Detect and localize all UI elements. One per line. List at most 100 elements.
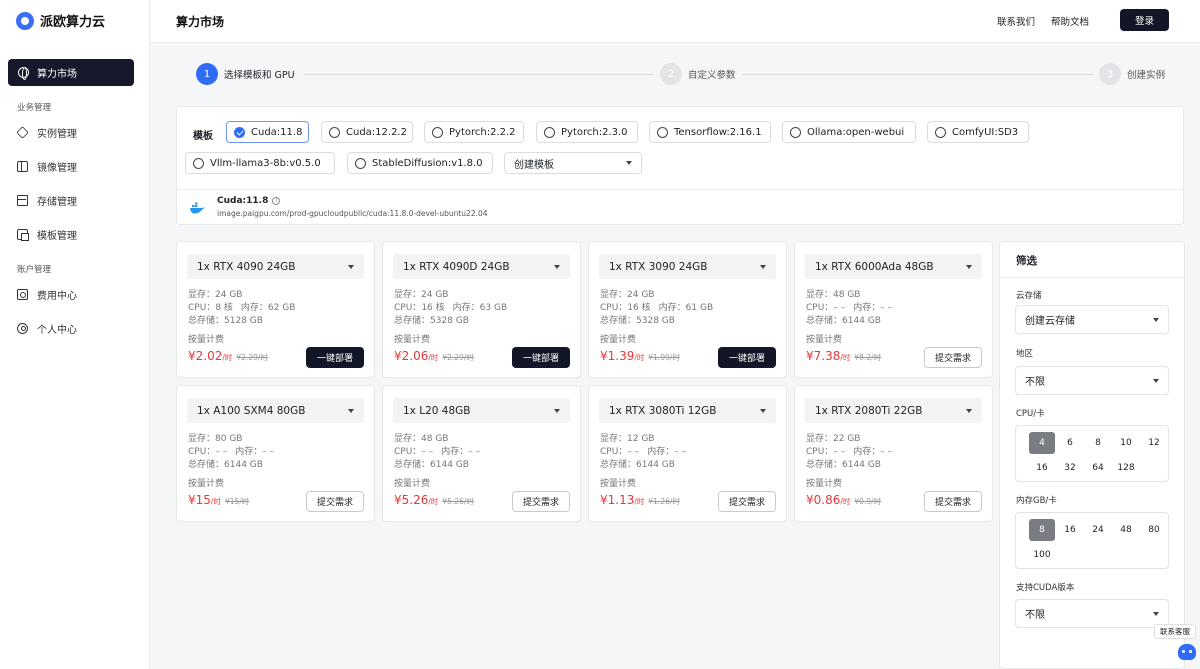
gpu-model-select[interactable]: 1x RTX 4090 24GB (187, 254, 364, 279)
cpu-option[interactable]: 64 (1085, 457, 1111, 479)
gpu-cpu-mem: CPU：16 核内存：61 GB (600, 300, 713, 313)
template-option-ollama[interactable]: Ollama:open-webui (782, 121, 916, 143)
price: ¥0.86/时 ¥0.9/时 (806, 493, 881, 507)
help-docs-link[interactable]: 帮助文档 (1051, 14, 1089, 28)
gpu-model-select[interactable]: 1x RTX 2080Ti 22GB (805, 398, 982, 423)
radio-icon (790, 126, 801, 138)
template-icon (17, 228, 29, 241)
sidebar-item-templates[interactable]: 模板管理 (17, 225, 77, 243)
submit-request-button[interactable]: 提交需求 (718, 491, 776, 512)
gpu-model-select[interactable]: 1x L20 48GB (393, 398, 570, 423)
gpu-vram: 显存：24 GB (600, 287, 654, 300)
price-unit: /时 (634, 353, 645, 362)
submit-request-button[interactable]: 提交需求 (924, 491, 982, 512)
gpu-card: 1x L20 48GB 显存：48 GB CPU：– – 内存：– – 总存储：6144… (382, 385, 581, 522)
template-option-stable-diffusion[interactable]: StableDiffusion:v1.8.0 (347, 152, 493, 174)
sidebar-item-profile[interactable]: 个人中心 (17, 319, 77, 337)
gpu-model-name: 1x A100 SXM4 80GB (197, 404, 306, 417)
vram-value: 24 GB (215, 290, 243, 300)
sidebar-item-compute-market[interactable]: 算力市场 (8, 59, 134, 86)
radio-icon (329, 126, 340, 138)
cpu-option[interactable]: 10 (1113, 432, 1139, 454)
radio-icon (935, 126, 946, 138)
gpu-model-select[interactable]: 1x RTX 3080Ti 12GB (599, 398, 776, 423)
mem-option[interactable]: 100 (1029, 544, 1055, 566)
gpu-vram: 显存：48 GB (806, 287, 860, 300)
cloud-storage-select[interactable]: 创建云存储 (1015, 305, 1169, 334)
mem-value: – – (880, 447, 893, 457)
region-select[interactable]: 不限 (1015, 366, 1169, 395)
submit-request-button[interactable]: 提交需求 (512, 491, 570, 512)
billing-mode: 按量计费 (394, 479, 431, 489)
cpu-option[interactable]: 4 (1029, 432, 1055, 454)
filter-panel: 筛选 云存储 创建云存储 地区 不限 CPU/卡 4 6 8 10 12 16 32 64 12… (999, 241, 1185, 669)
cpu-value: – – (833, 303, 846, 313)
price: ¥1.13/时 ¥1.26/时 (600, 493, 680, 507)
cpu-label: CPU： (600, 303, 628, 313)
template-option-vllm[interactable]: Vllm-llama3-8b:v0.5.0 (185, 152, 335, 174)
deploy-button[interactable]: 一键部署 (718, 347, 776, 368)
sidebar-item-label: 个人中心 (37, 324, 77, 336)
gpu-disk: 总存储：5128 GB (188, 313, 263, 326)
selected-template-image-url: image.paigpu.com/prod-gpucloudpublic/cud… (217, 209, 488, 218)
chevron-down-icon (966, 408, 972, 413)
layers-icon (16, 125, 29, 139)
step-2: 2 自定义参数 (660, 63, 736, 85)
sidebar-item-images[interactable]: 镜像管理 (17, 157, 77, 175)
mem-value: 61 GB (685, 303, 714, 313)
login-button[interactable]: 登录 (1120, 9, 1169, 31)
cuda-version-select[interactable]: 不限 (1015, 599, 1169, 628)
cuda-version-label: 支持CUDA版本 (1016, 583, 1075, 593)
sidebar-item-billing[interactable]: 费用中心 (17, 285, 77, 303)
create-template-select[interactable]: 创建模板 (504, 152, 642, 174)
template-option-cuda-11-8[interactable]: Cuda:11.8 (226, 121, 309, 143)
gpu-disk: 总存储：6144 GB (600, 457, 675, 470)
gpu-vram: 显存：24 GB (188, 287, 242, 300)
mem-option[interactable]: 8 (1029, 519, 1055, 541)
mem-label: 内存： (853, 447, 881, 457)
cpu-option[interactable]: 128 (1113, 457, 1139, 479)
vram-value: 80 GB (215, 434, 243, 444)
step-connector (304, 74, 654, 75)
mem-option[interactable]: 80 (1141, 519, 1167, 541)
cpu-per-card-label: CPU/卡 (1016, 409, 1045, 419)
mem-value: 62 GB (267, 303, 296, 313)
deploy-button[interactable]: 一键部署 (512, 347, 570, 368)
price-current: ¥5.26 (394, 493, 429, 507)
template-option-tensorflow[interactable]: Tensorflow:2.16.1 (649, 121, 771, 143)
cpu-option[interactable]: 12 (1141, 432, 1167, 454)
mirror-icon (17, 160, 28, 172)
cpu-label: CPU： (188, 303, 216, 313)
submit-request-button[interactable]: 提交需求 (924, 347, 982, 368)
brand[interactable]: 派欧算力云 (16, 11, 105, 30)
gpu-model-select[interactable]: 1x RTX 6000Ada 48GB (805, 254, 982, 279)
template-option-pytorch-2-3-0[interactable]: Pytorch:2.3.0 (536, 121, 638, 143)
submit-request-button[interactable]: 提交需求 (306, 491, 364, 512)
info-icon[interactable]: i (272, 197, 281, 205)
contact-link[interactable]: 联系我们 (997, 14, 1035, 28)
mem-option[interactable]: 16 (1057, 519, 1083, 541)
deploy-button[interactable]: 一键部署 (306, 347, 364, 368)
mem-option[interactable]: 24 (1085, 519, 1111, 541)
gpu-model-select[interactable]: 1x RTX 4090D 24GB (393, 254, 570, 279)
sidebar-item-instances[interactable]: 实例管理 (16, 123, 77, 141)
mem-option[interactable]: 48 (1113, 519, 1139, 541)
template-option-pytorch-2-2-2[interactable]: Pytorch:2.2.2 (424, 121, 524, 143)
gpu-model-select[interactable]: 1x RTX 3090 24GB (599, 254, 776, 279)
gpu-model-select[interactable]: 1x A100 SXM4 80GB (187, 398, 364, 423)
template-option-label: Ollama:open-webui (807, 126, 905, 138)
cpu-option[interactable]: 8 (1085, 432, 1111, 454)
sidebar-item-label: 费用中心 (37, 290, 77, 302)
sidebar-item-storage[interactable]: 存储管理 (17, 191, 77, 209)
cpu-option[interactable]: 6 (1057, 432, 1083, 454)
robot-icon[interactable] (1178, 644, 1196, 660)
cloud-storage-label: 云存储 (1016, 291, 1042, 301)
customer-service-label[interactable]: 联系客服 (1154, 624, 1196, 639)
template-option-cuda-12-2-2[interactable]: Cuda:12.2.2 (321, 121, 413, 143)
select-value: 不限 (1025, 610, 1045, 621)
template-option-comfyui[interactable]: ComfyUI:SD3 (927, 121, 1029, 143)
selected-template-name: Cuda:11.8 (217, 196, 269, 206)
billing-mode: 按量计费 (806, 335, 843, 345)
cpu-option[interactable]: 32 (1057, 457, 1083, 479)
cpu-option[interactable]: 16 (1029, 457, 1055, 479)
